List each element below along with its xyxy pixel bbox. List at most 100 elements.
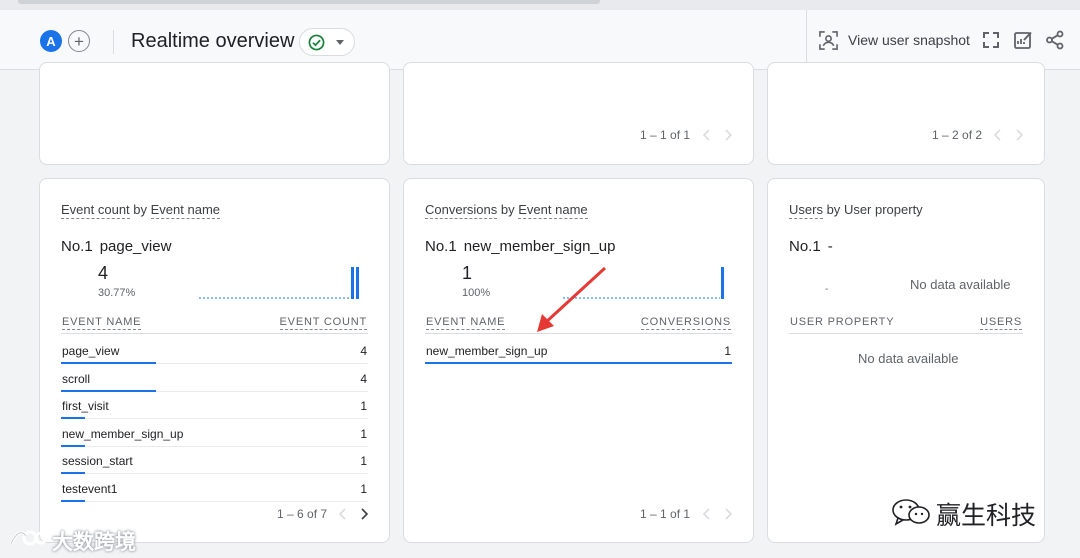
browser-top-strip <box>0 0 1080 10</box>
dimension-name[interactable]: Event name <box>150 202 221 219</box>
user-snapshot-icon[interactable] <box>819 31 838 50</box>
col-conversions[interactable]: CONVERSIONS <box>640 316 731 330</box>
table-row[interactable]: new_member_sign_up 1 <box>425 337 732 364</box>
annotation-arrow <box>537 266 607 332</box>
fullscreen-icon[interactable] <box>981 30 1001 50</box>
row-value: 1 <box>360 399 367 413</box>
table-row[interactable]: scroll 4 <box>61 365 368 392</box>
top-item-name: new_member_sign_up <box>463 238 616 255</box>
comparison-avatar[interactable]: A <box>40 30 62 52</box>
top-item: No.1 new_member_sign_up <box>425 238 615 255</box>
table-row[interactable]: testevent1 1 <box>61 475 368 502</box>
top-rank: No.1 <box>789 238 821 255</box>
col-event-name[interactable]: EVENT NAME <box>426 316 506 330</box>
row-value: 4 <box>360 344 367 358</box>
top-rank: No.1 <box>425 238 457 255</box>
top-item-percent: 30.77% <box>98 287 136 299</box>
watermark-right-text: 赢生科技 <box>936 502 1037 530</box>
minute-sparkline <box>199 267 359 299</box>
table-row[interactable]: new_member_sign_up 1 <box>61 420 368 447</box>
chart-placeholder: - <box>825 284 829 295</box>
top-rank: No.1 <box>61 238 93 255</box>
card-title: Event count by Event name <box>61 202 221 219</box>
metric-name[interactable]: Conversions <box>425 202 498 219</box>
top-item-value: 1 <box>462 263 473 283</box>
top-card-3: 1 – 2 of 2 <box>767 62 1045 165</box>
data-quality-dropdown[interactable] <box>299 28 355 56</box>
table-no-data: No data available <box>858 351 959 366</box>
share-icon[interactable] <box>1045 30 1065 50</box>
chevron-left-icon[interactable] <box>702 129 712 141</box>
row-name: session_start <box>62 454 133 468</box>
top-item: No.1- <box>789 238 833 255</box>
row-name: testevent1 <box>62 481 118 496</box>
col-event-count[interactable]: EVENT COUNT <box>279 316 367 330</box>
table-row[interactable]: session_start 1 <box>61 447 368 474</box>
chevron-down-icon <box>336 40 344 45</box>
col-event-name[interactable]: EVENT NAME <box>62 316 142 330</box>
watermark-logo-icon <box>9 530 48 546</box>
top-item-percent: 100% <box>462 287 491 299</box>
row-name: new_member_sign_up <box>426 344 548 358</box>
page-title: Realtime overview <box>131 30 295 52</box>
pagination-label: 1 – 1 of 1 <box>640 507 691 521</box>
address-bar-edge <box>18 0 600 4</box>
report-header: A + Realtime overview View user snapshot <box>0 10 1080 70</box>
top-card-2: 1 – 1 of 1 <box>403 62 754 165</box>
row-value: 1 <box>360 481 367 496</box>
row-name: first_visit <box>62 399 109 413</box>
chart-no-data: No data available <box>910 277 1011 292</box>
card-title: Conversions by Event name <box>425 202 588 219</box>
metric-name[interactable]: Users <box>789 202 823 219</box>
dimension-name[interactable]: Event name <box>518 202 588 219</box>
row-name: new_member_sign_up <box>62 426 184 441</box>
check-circle-icon <box>308 34 325 51</box>
chevron-left-icon[interactable] <box>338 508 348 520</box>
title-by: by <box>133 202 148 217</box>
table-row[interactable]: page_view 4 <box>61 337 368 364</box>
conversions-card: Conversions by Event name No.1 new_member… <box>403 178 754 543</box>
card-title: Users by User property <box>789 202 923 219</box>
chevron-left-icon[interactable] <box>702 508 712 520</box>
watermark-right: 赢生科技 <box>890 492 1050 532</box>
row-value: 1 <box>360 426 367 441</box>
row-share-bar <box>61 499 85 502</box>
table-row[interactable]: first_visit 1 <box>61 392 368 419</box>
pagination-label: 1 – 2 of 2 <box>932 128 983 142</box>
title-by: by <box>826 202 841 217</box>
watermark-left: 大数跨境 <box>8 524 142 554</box>
header-actions: View user snapshot <box>806 10 1080 70</box>
user-property-card: Users by User property No.1- - No data a… <box>767 178 1045 543</box>
view-user-snapshot-button[interactable]: View user snapshot <box>848 32 970 48</box>
col-user-property[interactable]: USER PROPERTY <box>790 316 894 328</box>
event-count-card: Event count by Event name No.1 page_view … <box>39 178 390 543</box>
add-comparison-button[interactable]: + <box>68 30 90 52</box>
col-users[interactable]: USERS <box>980 316 1022 330</box>
pagination-label: 1 – 1 of 1 <box>640 128 691 142</box>
chevron-left-icon[interactable] <box>993 129 1003 141</box>
table-header: EVENT NAME EVENT COUNT <box>61 314 368 334</box>
chevron-right-icon[interactable] <box>1014 129 1024 141</box>
dimension-name[interactable]: User property <box>844 202 923 217</box>
watermark-left-text: 大数跨境 <box>52 531 136 554</box>
row-share-bar <box>425 362 732 364</box>
customize-report-icon[interactable] <box>1013 30 1033 50</box>
row-name: page_view <box>62 344 120 358</box>
row-name: scroll <box>62 371 91 386</box>
chevron-right-icon[interactable] <box>359 508 369 520</box>
chevron-right-icon[interactable] <box>723 129 733 141</box>
top-item-name: page_view <box>99 238 172 255</box>
metric-name[interactable]: Event count <box>61 202 130 219</box>
title-by: by <box>500 202 515 217</box>
top-item-name: - <box>827 238 833 255</box>
top-item: No.1 page_view <box>61 238 171 255</box>
table-header: USER PROPERTY USERS <box>789 314 1023 334</box>
row-value: 4 <box>360 371 367 386</box>
wechat-icon <box>892 499 930 526</box>
row-value: 1 <box>360 454 367 468</box>
header-divider <box>113 30 114 54</box>
chevron-right-icon[interactable] <box>723 508 733 520</box>
pagination-label: 1 – 6 of 7 <box>277 507 328 521</box>
row-value: 1 <box>724 344 731 358</box>
top-item-value: 4 <box>98 263 109 283</box>
